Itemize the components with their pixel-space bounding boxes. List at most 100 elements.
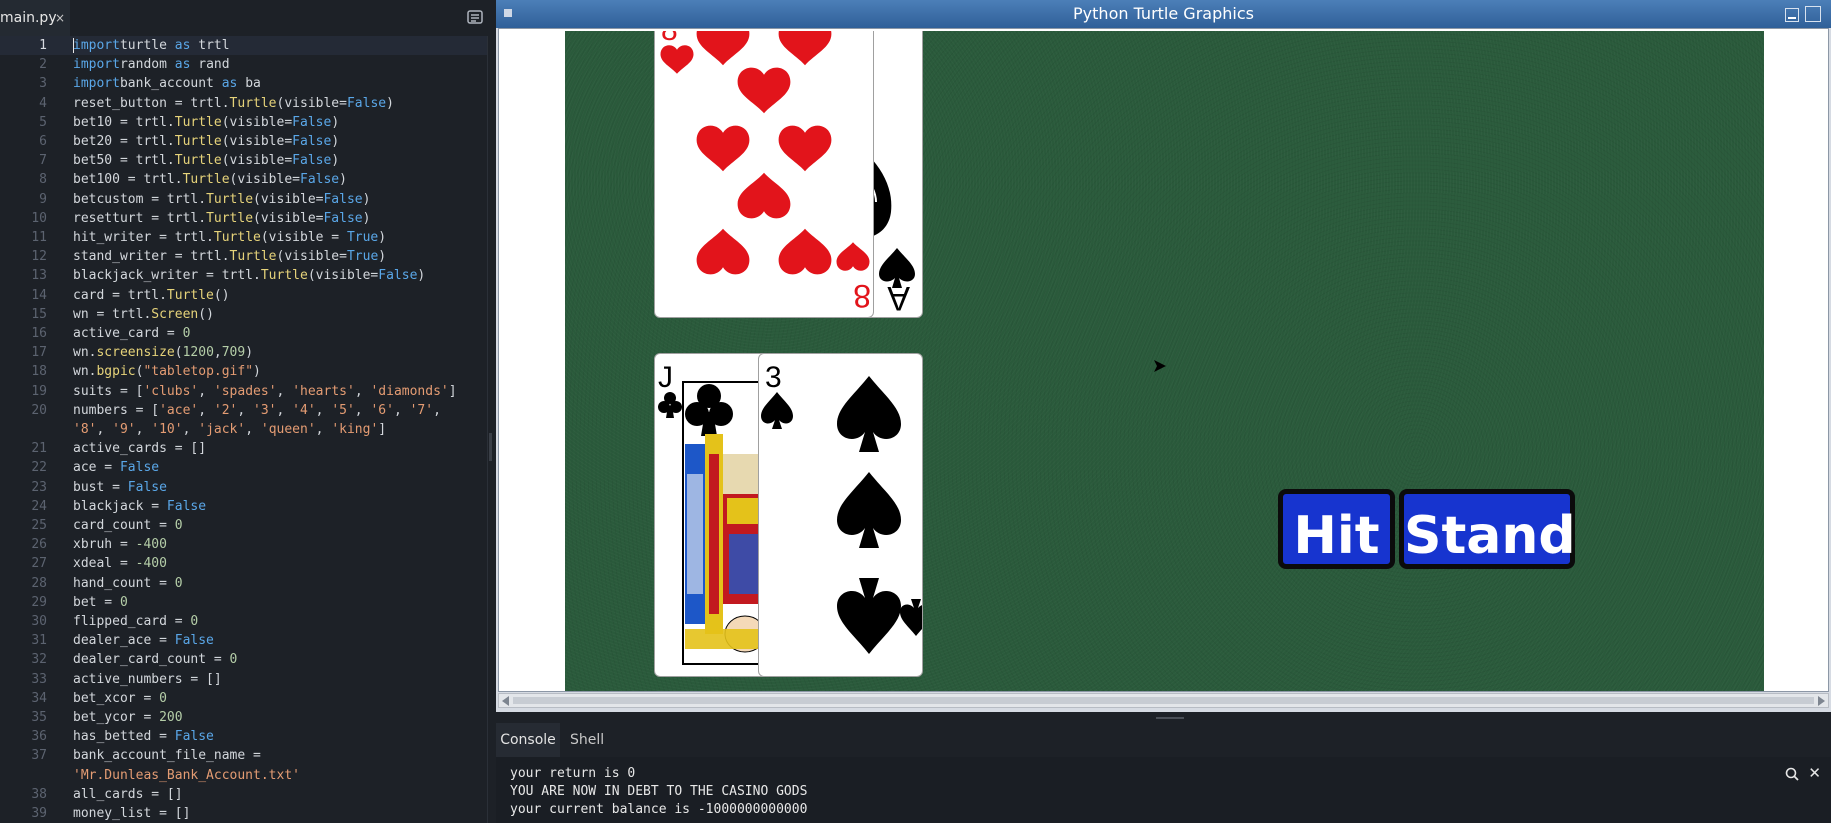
search-icon[interactable] [1785, 767, 1799, 781]
code-text: ace = False [73, 460, 160, 476]
player-card-3-of-spades: 3 [758, 353, 923, 677]
code-text: bet = 0 [73, 594, 128, 610]
list-view-icon[interactable] [467, 9, 483, 25]
code-line[interactable]: 19 suits = ['clubs', 'spades', 'hearts', … [0, 382, 487, 401]
code-area[interactable]: 1 importturtle as trtl 2 importrandom as ra… [0, 36, 487, 823]
code-line[interactable]: 8 bet100 = trtl.Turtle(visible=False) [0, 170, 487, 189]
code-line[interactable]: 28 hand_count = 0 [0, 574, 487, 593]
code-line[interactable]: 27 xdeal = -400 [0, 554, 487, 573]
heart-pip-icon [737, 67, 791, 114]
turtle-canvas[interactable]: A 88 J 3 Hit Stand [498, 28, 1829, 692]
window-title-bar[interactable]: Python Turtle Graphics [496, 0, 1831, 28]
code-line[interactable]: 33 active_numbers = [] [0, 670, 487, 689]
code-line[interactable]: 11 hit_writer = trtl.Turtle(visible = Tru… [0, 228, 487, 247]
console-output[interactable]: your return is 0 YOU ARE NOW IN DEBT TO … [496, 757, 1831, 823]
code-line[interactable]: 36 has_betted = False [0, 727, 487, 746]
code-line[interactable]: 1 importturtle as trtl [0, 36, 487, 55]
code-line[interactable]: 18 wn.bgpic("tabletop.gif") [0, 362, 487, 381]
code-line[interactable]: 17 wn.screensize(1200,709) [0, 343, 487, 362]
code-line[interactable]: 15 wn = trtl.Screen() [0, 305, 487, 324]
line-number: 11 [31, 230, 47, 245]
minimize-icon[interactable] [1785, 8, 1799, 22]
line-number: 37 [31, 748, 47, 764]
code-line[interactable]: 35 bet_ycor = 200 [0, 708, 487, 727]
close-icon[interactable]: ✕ [1808, 764, 1821, 782]
heart-corner-icon [660, 45, 694, 74]
code-line[interactable]: 39 money_list = [] [0, 804, 487, 823]
code-line[interactable]: 16 active_card = 0 [0, 324, 487, 343]
code-line[interactable]: 'Mr.Dunleas_Bank_Account.txt' [0, 766, 487, 785]
close-tab-icon[interactable]: × [55, 0, 65, 36]
spade-corner-icon [900, 599, 922, 636]
code-line[interactable]: 32 dealer_card_count = 0 [0, 650, 487, 669]
three-of-spades-face: 3 [761, 361, 922, 654]
code-line[interactable]: 34 bet_xcor = 0 [0, 689, 487, 708]
code-line[interactable]: 3 importbank_account as ba [0, 74, 487, 93]
club-corner-icon [658, 392, 682, 418]
code-line[interactable]: 26 xbruh = -400 [0, 535, 487, 554]
scroll-right-arrow-icon[interactable] [1818, 696, 1825, 706]
code-line[interactable]: 7 bet50 = trtl.Turtle(visible=False) [0, 151, 487, 170]
line-number: 27 [31, 556, 47, 572]
spade-corner-icon [761, 392, 793, 429]
code-text: bet50 = trtl.Turtle(visible=False) [73, 153, 340, 169]
code-line[interactable]: 24 blackjack = False [0, 497, 487, 516]
code-editor: main.py × 1 importturtle as trtl 2 importra… [0, 0, 496, 823]
code-line[interactable]: 21 active_cards = [] [0, 439, 487, 458]
editor-scrollbar[interactable] [487, 36, 496, 823]
line-number: 13 [31, 268, 47, 284]
console-line: your current balance is -1000000000000 [510, 802, 808, 817]
window-title: Python Turtle Graphics [1073, 4, 1254, 23]
code-line[interactable]: 13 blackjack_writer = trtl.Turtle(visible… [0, 266, 487, 285]
stand-button[interactable]: Stand [1399, 489, 1576, 569]
maximize-icon[interactable] [1805, 6, 1821, 22]
turtle-arrow-icon [1154, 360, 1166, 372]
line-number: 3 [39, 76, 47, 92]
line-number: 8 [39, 172, 47, 188]
code-line[interactable]: 10 resetturt = trtl.Turtle(visible=False) [0, 209, 487, 228]
code-line[interactable]: 6 bet20 = trtl.Turtle(visible=False) [0, 132, 487, 151]
code-line[interactable]: 30 flipped_card = 0 [0, 612, 487, 631]
code-text: bust = False [73, 479, 167, 495]
heart-pip-icon [696, 31, 750, 66]
code-line[interactable]: 14 card = trtl.Turtle() [0, 286, 487, 305]
code-line[interactable]: 5 bet10 = trtl.Turtle(visible=False) [0, 113, 487, 132]
tab-console[interactable]: Console [496, 723, 560, 757]
code-text: card = trtl.Turtle() [73, 287, 230, 303]
scroll-left-arrow-icon[interactable] [502, 696, 509, 706]
code-line[interactable]: 29 bet = 0 [0, 593, 487, 612]
code-text: wn.bgpic("tabletop.gif") [73, 364, 261, 380]
code-line[interactable]: 25 card_count = 0 [0, 516, 487, 535]
pane-resize-handle[interactable] [489, 433, 492, 461]
code-line[interactable]: 22 ace = False [0, 458, 487, 477]
code-line[interactable]: 37 bank_account_file_name = [0, 746, 487, 765]
code-text: numbers = ['ace', '2', '3', '4', '5', '6… [73, 402, 441, 418]
line-number: 2 [39, 57, 47, 73]
code-line[interactable]: 2 importrandom as rand [0, 55, 487, 74]
line-number: 29 [31, 594, 47, 610]
line-number: 5 [39, 114, 47, 130]
hit-button-label: Hit [1293, 506, 1380, 566]
code-text: xdeal = -400 [73, 556, 167, 572]
code-line[interactable]: 12 stand_writer = trtl.Turtle(visible=Tru… [0, 247, 487, 266]
tab-shell[interactable]: Shell [570, 723, 604, 757]
code-text: active_card = 0 [73, 326, 191, 341]
code-text: wn.screensize(1200,709) [73, 345, 254, 361]
file-tab-main-py[interactable]: main.py × [0, 0, 70, 36]
scrollbar-thumb[interactable] [513, 697, 1814, 704]
code-line[interactable]: 4 reset_button = trtl.Turtle(visible=Fals… [0, 94, 487, 113]
code-text: wn = trtl.Screen() [73, 306, 214, 322]
code-line[interactable]: '8', '9', '10', 'jack', 'queen', 'king'] [0, 420, 487, 439]
code-text: '8', '9', '10', 'jack', 'queen', 'king'] [73, 422, 387, 437]
code-line[interactable]: 23 bust = False [0, 478, 487, 497]
hit-button[interactable]: Hit [1278, 489, 1395, 569]
code-line[interactable]: 9 betcustom = trtl.Turtle(visible=False) [0, 190, 487, 209]
code-line[interactable]: 20 numbers = ['ace', '2', '3', '4', '5', … [0, 401, 487, 420]
panel-resize-divider[interactable] [496, 712, 1831, 723]
code-line[interactable]: 38 all_cards = [] [0, 785, 487, 804]
spade-pip-icon [837, 578, 901, 654]
code-line[interactable]: 31 dealer_ace = False [0, 631, 487, 650]
heart-pip-icon [737, 172, 791, 219]
code-text: bet_ycor = 200 [73, 710, 183, 725]
canvas-horizontal-scrollbar[interactable] [498, 693, 1829, 708]
